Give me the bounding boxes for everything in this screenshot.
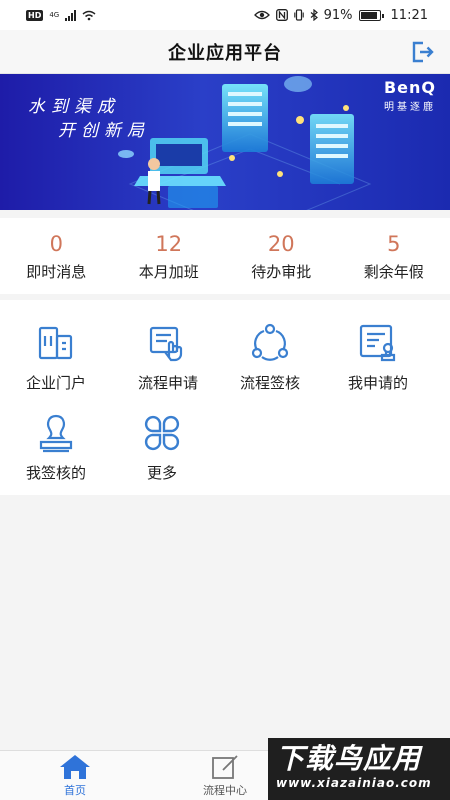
building-icon (38, 326, 73, 360)
app-header: 企业应用平台 (0, 30, 450, 74)
stat-label: 即时消息 (26, 262, 87, 281)
status-right: 91% 11:21 (253, 7, 428, 23)
watermark: 下载鸟应用 www.xiazainiao.com (268, 738, 450, 800)
banner-slogan-1: 水到渠成 (28, 97, 120, 117)
stat-label: 本月加班 (138, 262, 199, 281)
wifi-icon (82, 10, 96, 20)
promo-banner[interactable]: 水到渠成 开创新局 BenQ 明基逐鹿 (0, 74, 450, 210)
network-type: 4G (49, 10, 60, 19)
more-grid-icon (144, 415, 180, 451)
stat-value: 0 (49, 231, 63, 256)
hand-document-icon (149, 326, 183, 362)
nfc-icon (275, 9, 288, 21)
home-icon (60, 754, 90, 779)
hd-badge: HD (26, 9, 44, 21)
app-label: 流程签核 (239, 374, 300, 392)
seal-icon (39, 414, 73, 453)
brand-logo: BenQ 明基逐鹿 (384, 78, 436, 113)
app-label: 我签核的 (25, 464, 86, 482)
status-bar: HD 4G 91% 11:21 (0, 0, 450, 30)
tab-label: 流程中心 (203, 783, 247, 797)
stat-instant-messages[interactable]: 0 即时消息 (0, 218, 113, 294)
status-left: HD 4G (26, 9, 96, 21)
tab-home[interactable]: 首页 (0, 751, 150, 800)
stat-remaining-leave[interactable]: 5 剩余年假 (338, 218, 450, 294)
tab-label: 首页 (64, 783, 86, 797)
app-label: 流程申请 (137, 374, 198, 392)
app-label: 更多 (146, 464, 177, 482)
form-stamp-icon (359, 324, 396, 362)
app-my-requests[interactable]: 我申请的 (322, 322, 434, 393)
stat-value: 12 (155, 231, 183, 256)
stat-value: 5 (387, 231, 401, 256)
vibrate-icon (293, 9, 304, 21)
watermark-url: www.xiazainiao.com (276, 776, 432, 790)
stat-label: 待办审批 (251, 262, 312, 281)
stat-label: 剩余年假 (363, 262, 424, 281)
edit-icon (212, 754, 238, 779)
clock: 11:21 (390, 7, 428, 23)
logout-icon[interactable] (410, 39, 436, 65)
app-process-signoff[interactable]: 流程签核 (214, 322, 326, 393)
eye-icon (253, 10, 270, 20)
app-process-request[interactable]: 流程申请 (112, 322, 224, 393)
banner-slogan-2: 开创新局 (58, 121, 150, 141)
battery-icon (358, 9, 384, 21)
app-my-signoffs[interactable]: 我签核的 (0, 412, 112, 483)
watermark-title: 下载鸟应用 (276, 742, 422, 775)
stats-row: 0 即时消息 12 本月加班 20 待办审批 5 剩余年假 (0, 218, 450, 294)
battery-percent: 91% (323, 7, 353, 23)
app-enterprise-portal[interactable]: 企业门户 (0, 322, 112, 393)
app-grid: 企业门户 流程申请 流程签核 我申请的 我签核的 更多 (0, 300, 450, 495)
signal-icon (65, 9, 77, 21)
stat-monthly-overtime[interactable]: 12 本月加班 (113, 218, 226, 294)
app-label: 我申请的 (347, 374, 408, 392)
brand-name: BenQ (383, 78, 436, 97)
bluetooth-icon (310, 9, 318, 21)
app-label: 企业门户 (25, 374, 86, 392)
cycle-icon (251, 323, 289, 361)
stat-pending-approvals[interactable]: 20 待办审批 (225, 218, 338, 294)
brand-subtitle: 明基逐鹿 (383, 102, 436, 113)
page-title: 企业应用平台 (168, 42, 282, 64)
app-more[interactable]: 更多 (106, 412, 218, 483)
stat-value: 20 (267, 231, 295, 256)
